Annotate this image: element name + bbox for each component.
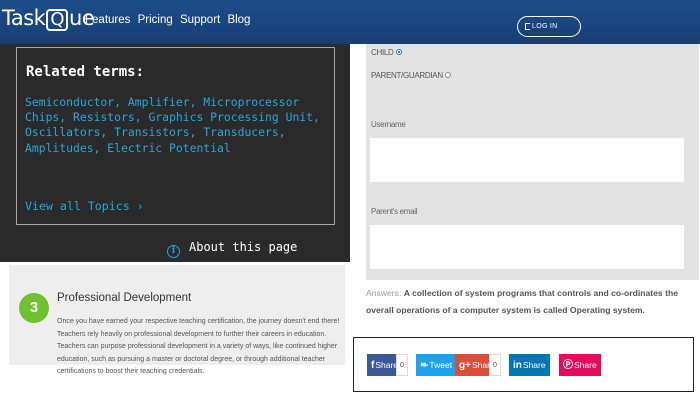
- pinterest-share-label: Share: [574, 360, 597, 370]
- related-terms-box: Related terms: Semiconductor, Amplifier,…: [16, 47, 335, 225]
- nav-link-features[interactable]: Features: [85, 14, 130, 26]
- step-number-badge: 3: [19, 293, 49, 323]
- logo-text-pre: Task: [2, 6, 46, 30]
- nav-link-pricing[interactable]: Pricing: [138, 14, 173, 26]
- login-label: LOG IN: [532, 23, 558, 30]
- top-nav-bar: Task Que Features Pricing Support Blog LO…: [0, 0, 700, 44]
- related-terms-title: Related terms:: [26, 64, 145, 80]
- nav-link-support[interactable]: Support: [180, 14, 220, 26]
- parent-option[interactable]: PARENT/GUARDIAN: [371, 71, 451, 80]
- twitter-icon: ❧: [420, 360, 429, 371]
- parent-email-label: Parent's email: [371, 207, 418, 216]
- about-this-page-link[interactable]: i About this page: [167, 240, 297, 258]
- username-input[interactable]: [370, 138, 684, 182]
- facebook-share-label: Share: [375, 360, 399, 370]
- child-radio[interactable]: [395, 49, 402, 55]
- related-terms-links[interactable]: Semiconductor, Amplifier, Microprocessor…: [25, 95, 325, 156]
- share-bar: fShare 0 ❧Tweet g+Share 0 inShare ⓅShare: [353, 337, 694, 392]
- info-icon: i: [167, 245, 180, 258]
- child-option[interactable]: CHILD: [371, 48, 402, 57]
- pinterest-icon: Ⓟ: [563, 360, 573, 371]
- card-title: Professional Development: [57, 292, 192, 304]
- child-radio-label: CHILD: [371, 48, 394, 57]
- nav-link-blog[interactable]: Blog: [227, 14, 250, 26]
- related-terms-section: Related terms: Semiconductor, Amplifier,…: [0, 44, 350, 262]
- login-icon: [525, 23, 530, 30]
- twitter-tweet-label: Tweet: [429, 360, 453, 370]
- facebook-icon: f: [371, 360, 375, 371]
- answer-label: Answers:: [366, 288, 402, 298]
- twitter-tweet-button[interactable]: ❧Tweet: [416, 354, 457, 376]
- card-body: Once you have earned your respective tea…: [57, 318, 340, 376]
- answer-body: A collection of system programs that con…: [366, 288, 678, 315]
- google-plus-share-count: 0: [489, 354, 501, 376]
- google-plus-icon: g+: [459, 360, 471, 371]
- parent-radio[interactable]: [444, 72, 451, 78]
- linkedin-share-label: Share: [522, 360, 546, 370]
- pinterest-share-button[interactable]: ⓅShare: [559, 354, 601, 376]
- professional-development-card: 3 Professional Development Once you have…: [9, 265, 345, 375]
- linkedin-share-button[interactable]: inShare: [509, 354, 550, 376]
- parent-email-input[interactable]: [370, 225, 684, 269]
- parent-radio-label: PARENT/GUARDIAN: [371, 71, 443, 80]
- username-label: Username: [371, 120, 406, 129]
- signup-form-panel: CHILD PARENT/GUARDIAN Username Parent's …: [366, 44, 699, 280]
- logo-q-mark: Q: [46, 9, 68, 31]
- linkedin-icon: in: [513, 360, 522, 371]
- main-nav: Features Pricing Support Blog: [85, 14, 254, 26]
- answer-text: Answers: A collection of system programs…: [366, 285, 696, 319]
- login-button[interactable]: LOG IN: [517, 16, 581, 37]
- taskque-logo[interactable]: Task Que: [2, 6, 95, 31]
- facebook-share-count: 0: [396, 354, 408, 376]
- about-label: About this page: [189, 240, 298, 254]
- view-all-topics-link[interactable]: View all Topics ›: [25, 199, 144, 213]
